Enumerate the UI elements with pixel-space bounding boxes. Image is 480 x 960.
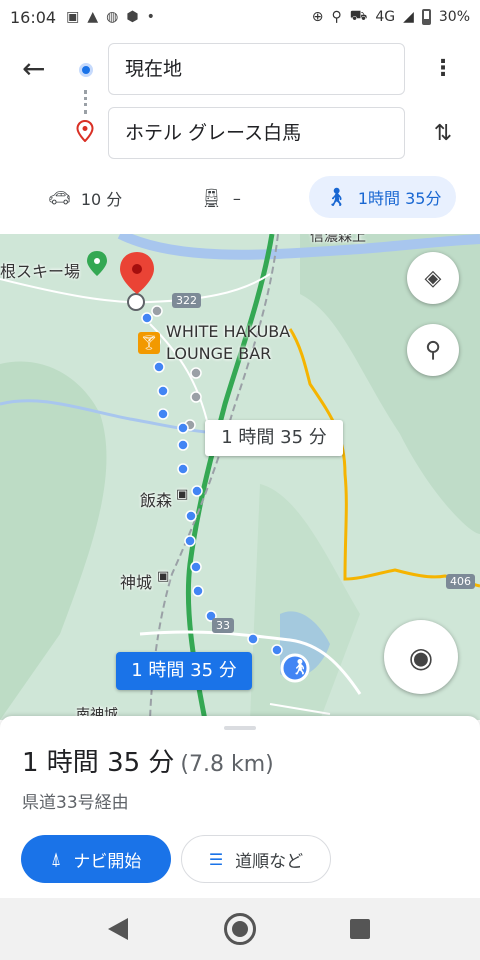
more-options-icon[interactable]: ⋮	[432, 56, 454, 84]
status-right: ⊕ ⚲ ⛟ 4G ◢ 30%	[312, 8, 470, 26]
directions-header: ← 現在地 ホテル グレース白馬 ⋮ ⇅ 🚗︎ 10 分 🚆︎ – 🚶︎ 1時間…	[0, 34, 480, 230]
iimori-station-label: 飯森	[140, 491, 173, 510]
mode-walking[interactable]: 🚶︎ 1時間 35分	[309, 176, 456, 218]
walking-time: 1時間 35分	[357, 189, 442, 208]
duration-value: 1 時間 35 分	[22, 748, 175, 778]
walking-icon: 🚶︎	[325, 186, 348, 208]
battery-icon	[421, 9, 431, 25]
iimori-station-icon: ▣	[176, 487, 189, 502]
nav-back-icon[interactable]	[108, 918, 128, 940]
search-icon[interactable]: ⚲	[407, 324, 459, 376]
my-location-icon[interactable]: ◉	[384, 620, 458, 694]
route-distance: (7.8 km)	[180, 752, 274, 777]
steps-button[interactable]: ☰ 道順など	[181, 835, 331, 883]
kamishiro-station-label: 神城	[120, 573, 153, 592]
layers-icon[interactable]: ◈	[407, 252, 459, 304]
route-via: 県道33号経由	[22, 793, 129, 813]
train-icon: 🚆︎	[200, 187, 223, 209]
swap-icon[interactable]: ⇅	[430, 120, 456, 148]
start-navigation-button[interactable]: ⍋ ナビ開始	[21, 835, 171, 883]
origin-dot-icon	[79, 63, 93, 77]
origin-field[interactable]: 現在地	[108, 43, 405, 95]
navigation-arrow-icon: ⍋	[50, 848, 62, 870]
driving-time: 10 分	[80, 190, 123, 209]
status-bar: 16:04 ▣ ▲ ◍ ⬢ • ⊕ ⚲ ⛟ 4G ◢ 30%	[0, 0, 480, 34]
more-notifications-dot-icon: •	[146, 9, 155, 25]
transit-time: –	[232, 188, 241, 208]
walking-person-icon: 🚶︎	[290, 658, 310, 676]
bar-label-line2: LOUNGE BAR	[166, 344, 272, 363]
network-type: 4G	[375, 9, 396, 25]
system-nav-bar	[0, 898, 480, 960]
route-duration: 1 時間 35 分 (7.8 km)	[22, 742, 274, 779]
back-arrow-icon[interactable]: ←	[22, 54, 54, 86]
warning-icon: ▲	[87, 9, 99, 25]
battery-level: 30%	[438, 9, 470, 25]
selected-route-time-callout[interactable]: 1 時間 35 分	[116, 652, 252, 690]
list-icon: ☰	[208, 849, 224, 869]
signal-icon: ◢	[403, 9, 414, 25]
travel-mode-row: 🚗︎ 10 分 🚆︎ – 🚶︎ 1時間 35分	[0, 176, 480, 220]
destination-pin-icon	[76, 120, 94, 142]
location-icon: ⚲	[331, 9, 342, 25]
steps-label: 道順など	[235, 851, 304, 872]
data-saver-icon: ⊕	[311, 9, 324, 25]
map-view[interactable]: 根スキー場 信濃森上 322 🍸︎ WHITE HAKUBA LOUNGE BA…	[0, 234, 480, 720]
route-33-shield: 33	[212, 618, 234, 633]
route-406-shield: 406	[446, 574, 475, 589]
mode-driving[interactable]: 🚗︎ 10 分	[48, 178, 122, 218]
route-time-callout[interactable]: 1 時間 35 分	[205, 420, 343, 456]
cube-icon: ⬢	[126, 9, 139, 25]
route-connector	[84, 90, 88, 114]
app-notification-icon: ◍	[106, 9, 119, 25]
image-notification-icon: ▣	[66, 9, 80, 25]
bar-label-line1: WHITE HAKUBA	[166, 322, 291, 341]
top-station-label: 信濃森上	[310, 234, 366, 245]
mode-transit[interactable]: 🚆︎ –	[200, 178, 241, 218]
nav-recents-icon[interactable]	[350, 919, 370, 939]
status-time: 16:04	[10, 7, 57, 27]
sheet-drag-handle[interactable]	[224, 726, 256, 730]
nav-home-icon[interactable]	[224, 913, 256, 945]
destination-field[interactable]: ホテル グレース白馬	[108, 107, 405, 159]
car-icon: 🚗︎	[48, 187, 71, 209]
car-mode-icon: ⛟	[349, 8, 368, 24]
route-summary-sheet: 1 時間 35 分 (7.8 km) 県道33号経由 ⍋ ナビ開始 ☰ 道順など	[0, 716, 480, 898]
ski-area-label: 根スキー場	[0, 262, 81, 281]
bar-poi-icon[interactable]: 🍸︎	[138, 332, 160, 354]
kamishiro-station-icon: ▣	[157, 569, 170, 584]
route-322-shield: 322	[172, 293, 201, 308]
start-navigation-label: ナビ開始	[73, 851, 142, 872]
